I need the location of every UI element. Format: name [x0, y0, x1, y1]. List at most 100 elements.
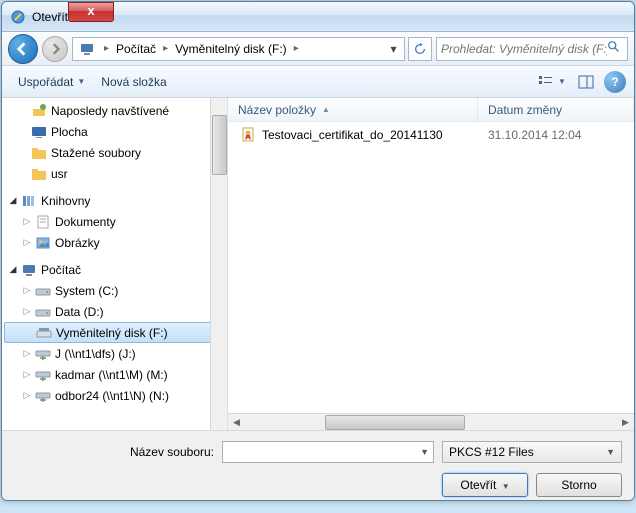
chevron-right-icon[interactable]: ▸	[291, 43, 302, 54]
window-title: Otevřít	[32, 10, 68, 24]
tree-drive-f[interactable]: Vyměnitelný disk (F:)	[4, 322, 225, 343]
help-button[interactable]: ?	[604, 71, 626, 93]
tree-pictures[interactable]: ▷ Obrázky	[2, 232, 227, 253]
tree-label: odbor24 (\\nt1\N) (N:)	[55, 389, 169, 403]
nav-tree[interactable]: Naposledy navštívené Plocha Stažené soub…	[2, 98, 228, 430]
file-list: Název položky ▲ Datum změny Testovaci_ce…	[228, 98, 634, 430]
expand-arrow-icon[interactable]: ▷	[20, 390, 34, 401]
footer: Název souboru: ▼ PKCS #12 Files ▼ Otevří…	[2, 430, 634, 501]
scroll-left-icon[interactable]: ◀	[228, 415, 245, 430]
chevron-down-icon[interactable]: ▼	[606, 447, 615, 457]
expand-arrow-icon[interactable]: ▷	[20, 285, 34, 296]
column-date[interactable]: Datum změny	[478, 98, 634, 121]
chevron-down-icon: ▼	[502, 482, 510, 491]
chevron-right-icon[interactable]: ▸	[160, 43, 171, 54]
open-dialog: Otevřít x ▸ Počítač ▸ Vyměnitelný disk (…	[1, 1, 635, 501]
column-label: Název položky	[238, 103, 316, 117]
filetype-combo[interactable]: PKCS #12 Files ▼	[442, 441, 622, 463]
expand-arrow-icon[interactable]: ▷	[20, 306, 34, 317]
tree-label: Stažené soubory	[51, 146, 141, 160]
tree-label: J (\\nt1\dfs) (J:)	[55, 347, 136, 361]
close-button[interactable]: x	[68, 2, 114, 22]
expand-arrow-icon[interactable]: ◢	[6, 195, 20, 206]
tree-usr[interactable]: usr	[2, 163, 227, 184]
organize-label: Uspořádat	[18, 75, 73, 89]
column-label: Datum změny	[488, 103, 562, 117]
file-hscrollbar[interactable]: ◀ ▶	[228, 413, 634, 430]
tree-net-n[interactable]: ▷ odbor24 (\\nt1\N) (N:)	[2, 385, 227, 406]
expand-arrow-icon[interactable]: ▷	[20, 348, 34, 359]
tree-net-m[interactable]: ▷ kadmar (\\nt1\M) (M:)	[2, 364, 227, 385]
expand-arrow-icon[interactable]: ▷	[20, 216, 34, 227]
filename-combo[interactable]: ▼	[222, 441, 434, 463]
tree-label: Obrázky	[55, 236, 100, 250]
tree-label: Vyměnitelný disk (F:)	[56, 326, 168, 340]
tree-label: kadmar (\\nt1\M) (M:)	[55, 368, 168, 382]
file-name: Testovaci_certifikat_do_20141130	[262, 128, 443, 142]
file-row[interactable]: Testovaci_certifikat_do_20141130 31.10.2…	[230, 124, 632, 146]
computer-icon	[20, 262, 38, 278]
certificate-file-icon	[240, 127, 256, 143]
breadcrumb-computer[interactable]: Počítač	[112, 38, 160, 60]
chevron-down-icon: ▼	[77, 77, 85, 86]
tree-label: Počítač	[41, 263, 81, 277]
tree-computer[interactable]: ◢ Počítač	[2, 259, 227, 280]
search-input[interactable]	[441, 42, 607, 56]
forward-button[interactable]	[42, 36, 68, 62]
network-drive-icon	[34, 367, 52, 383]
navbar: ▸ Počítač ▸ Vyměnitelný disk (F:) ▸ ▾	[2, 32, 634, 66]
expand-arrow-icon[interactable]: ◢	[6, 264, 20, 275]
chevron-right-icon[interactable]: ▸	[101, 43, 112, 54]
tree-recent[interactable]: Naposledy navštívené	[2, 100, 227, 121]
expand-arrow-icon[interactable]: ▷	[20, 237, 34, 248]
computer-icon	[79, 41, 95, 57]
breadcrumb-root[interactable]	[75, 38, 101, 60]
back-button[interactable]	[8, 34, 38, 64]
columns-header: Název položky ▲ Datum změny	[228, 98, 634, 122]
tree-drive-c[interactable]: ▷ System (C:)	[2, 280, 227, 301]
search-icon[interactable]	[607, 40, 623, 57]
file-rows[interactable]: Testovaci_certifikat_do_20141130 31.10.2…	[228, 122, 634, 413]
new-folder-button[interactable]: Nová složka	[93, 71, 174, 93]
libraries-icon	[20, 193, 38, 209]
search-box[interactable]	[436, 37, 628, 61]
folder-icon	[30, 145, 48, 161]
tree-net-j[interactable]: ▷ J (\\nt1\dfs) (J:)	[2, 343, 227, 364]
tree-desktop[interactable]: Plocha	[2, 121, 227, 142]
body-area: Naposledy navštívené Plocha Stažené soub…	[2, 98, 634, 430]
column-name[interactable]: Název položky ▲	[228, 98, 478, 121]
pictures-icon	[34, 235, 52, 251]
toolbar: Uspořádat ▼ Nová složka ▼ ?	[2, 66, 634, 98]
filename-input[interactable]	[227, 445, 420, 459]
filename-label: Název souboru:	[14, 445, 214, 459]
tree-libraries[interactable]: ◢ Knihovny	[2, 190, 227, 211]
new-folder-label: Nová složka	[101, 75, 166, 89]
view-mode-button[interactable]: ▼	[536, 71, 568, 93]
tree-label: usr	[51, 167, 68, 181]
tree-label: Data (D:)	[55, 305, 104, 319]
open-button[interactable]: Otevřít ▼	[442, 473, 528, 497]
tree-downloads[interactable]: Stažené soubory	[2, 142, 227, 163]
scroll-thumb[interactable]	[325, 415, 465, 430]
tree-drive-d[interactable]: ▷ Data (D:)	[2, 301, 227, 322]
desktop-icon	[30, 124, 48, 140]
tree-documents[interactable]: ▷ Dokumenty	[2, 211, 227, 232]
breadcrumb[interactable]: ▸ Počítač ▸ Vyměnitelný disk (F:) ▸ ▾	[72, 37, 405, 61]
file-date: 31.10.2014 12:04	[488, 128, 581, 142]
refresh-button[interactable]	[408, 37, 432, 61]
expand-arrow-icon[interactable]: ▷	[20, 369, 34, 380]
tree-label: Plocha	[51, 125, 88, 139]
tree-label: Knihovny	[41, 194, 90, 208]
app-icon	[10, 9, 26, 25]
preview-pane-button[interactable]	[570, 71, 602, 93]
scroll-right-icon[interactable]: ▶	[617, 415, 634, 430]
tree-scrollbar[interactable]	[210, 98, 227, 430]
breadcrumb-dropdown[interactable]: ▾	[384, 42, 402, 56]
organize-button[interactable]: Uspořádat ▼	[10, 71, 93, 93]
tree-label: Naposledy navštívené	[51, 104, 169, 118]
tree-label: Dokumenty	[55, 215, 116, 229]
chevron-down-icon[interactable]: ▼	[420, 447, 429, 457]
cancel-button[interactable]: Storno	[536, 473, 622, 497]
network-drive-icon	[34, 388, 52, 404]
breadcrumb-drive[interactable]: Vyměnitelný disk (F:)	[171, 38, 291, 60]
